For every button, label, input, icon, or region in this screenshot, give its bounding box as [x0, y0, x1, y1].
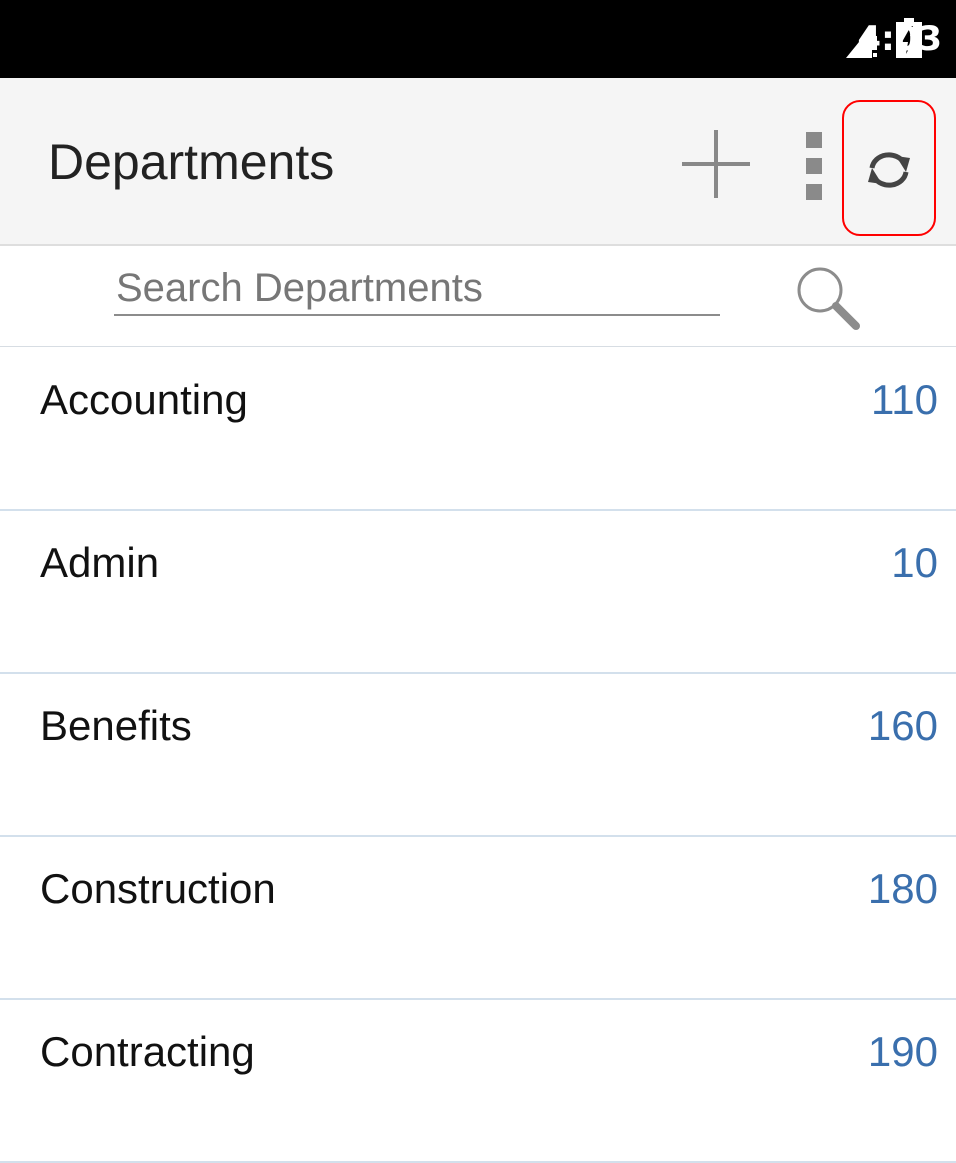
list-item[interactable]: Accounting 110 [0, 348, 956, 511]
department-list: Accounting 110 Admin 10 Benefits 160 Con… [0, 348, 956, 1163]
department-name: Construction [40, 865, 276, 912]
search-input[interactable] [114, 262, 720, 316]
search-button[interactable] [794, 264, 862, 332]
more-vert-icon [806, 132, 822, 200]
add-icon [682, 130, 750, 198]
department-name: Contracting [40, 1028, 255, 1075]
department-id: 10 [891, 539, 938, 586]
list-item[interactable]: Construction 180 [0, 837, 956, 1000]
app-bar: Departments [0, 78, 956, 246]
add-department-button[interactable] [678, 126, 754, 202]
department-name: Benefits [40, 702, 192, 749]
refresh-icon [868, 152, 910, 188]
list-item[interactable]: Benefits 160 [0, 674, 956, 837]
status-bar: 4:03 [0, 0, 956, 78]
refresh-button[interactable] [842, 100, 936, 236]
list-item[interactable]: Admin 10 [0, 511, 956, 674]
department-id: 110 [871, 376, 938, 423]
search-icon [797, 267, 860, 330]
more-options-button[interactable] [800, 128, 830, 204]
list-item[interactable]: Contracting 190 [0, 1000, 956, 1163]
clock-time: 4:03 [857, 19, 942, 59]
department-id: 190 [867, 1028, 938, 1075]
page-title: Departments [48, 134, 335, 190]
department-name: Admin [40, 539, 160, 586]
department-name: Accounting [40, 376, 248, 423]
department-id: 160 [867, 702, 938, 749]
search-bar [0, 246, 956, 347]
department-id: 180 [867, 865, 938, 912]
